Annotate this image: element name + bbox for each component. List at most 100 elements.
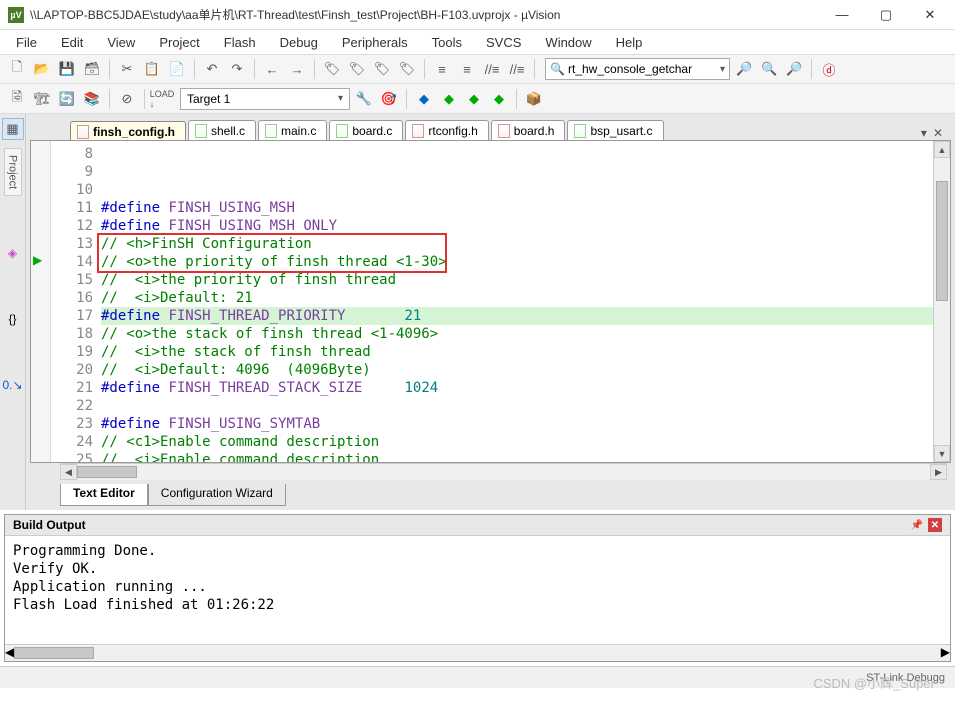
paste-icon[interactable]: 📄: [166, 58, 188, 80]
uncomment-icon[interactable]: //≡: [506, 58, 528, 80]
code-line[interactable]: // <i>Enable command description: [101, 451, 933, 463]
sidebar-icon-3[interactable]: 0.↘: [4, 376, 22, 394]
search-dropdown-icon[interactable]: ▾: [720, 64, 725, 75]
target-selector[interactable]: Target 1 ▾: [180, 88, 350, 110]
code-content[interactable]: #define FINSH_USING_MSH#define FINSH_USI…: [101, 141, 933, 462]
open-file-icon[interactable]: 📂: [31, 58, 53, 80]
code-line[interactable]: #define FINSH_USING_MSH_ONLY: [101, 217, 933, 235]
code-line[interactable]: #define FINSH_USING_MSH: [101, 199, 933, 217]
code-line[interactable]: // <i>Default: 21: [101, 289, 933, 307]
undo-icon[interactable]: ↶: [201, 58, 223, 80]
search-input[interactable]: [568, 62, 718, 76]
comment-icon[interactable]: //≡: [481, 58, 503, 80]
manage-project-icon[interactable]: ◆: [413, 88, 435, 110]
options-icon[interactable]: 🔧: [353, 88, 375, 110]
save-icon[interactable]: 💾: [56, 58, 78, 80]
scroll-left-icon[interactable]: ◀: [60, 464, 77, 480]
manage-multi-icon[interactable]: ◆: [438, 88, 460, 110]
scroll-right-icon[interactable]: ▶: [930, 464, 947, 480]
horizontal-scrollbar[interactable]: ◀ ▶: [60, 463, 947, 480]
outdent-icon[interactable]: ≡: [456, 58, 478, 80]
config-wizard-tab[interactable]: Configuration Wizard: [148, 484, 286, 506]
menu-project[interactable]: Project: [149, 33, 209, 52]
text-editor-tab[interactable]: Text Editor: [60, 484, 148, 506]
project-tab[interactable]: Project: [4, 148, 22, 196]
menu-svcs[interactable]: SVCS: [476, 33, 531, 52]
build-output-body[interactable]: Programming Done.Verify OK.Application r…: [5, 536, 950, 644]
tab-finsh_config-h[interactable]: finsh_config.h: [70, 121, 186, 141]
build-scroll-right-icon[interactable]: ▶: [941, 645, 950, 661]
debug-icon[interactable]: ⓓ: [818, 58, 840, 80]
incremental-find-icon[interactable]: 🔎: [783, 58, 805, 80]
bookmark-icon[interactable]: 🏷: [321, 58, 343, 80]
panel-close-icon[interactable]: ✕: [928, 518, 942, 532]
build-icon[interactable]: 🏗: [31, 88, 53, 110]
pin-icon[interactable]: 📌: [910, 518, 924, 532]
bookmark-next-icon[interactable]: 🏷: [371, 58, 393, 80]
breakpoint-margin[interactable]: ▶: [31, 141, 51, 462]
tab-board-h[interactable]: board.h: [491, 120, 566, 140]
menu-flash[interactable]: Flash: [214, 33, 266, 52]
batch-build-icon[interactable]: 📚: [81, 88, 103, 110]
find-box[interactable]: 🔍 ▾: [545, 58, 730, 80]
sidebar-icon-1[interactable]: ◈: [4, 244, 22, 262]
menu-tools[interactable]: Tools: [422, 33, 472, 52]
cut-icon[interactable]: ✂: [116, 58, 138, 80]
minimize-button[interactable]: —: [829, 5, 855, 25]
menu-edit[interactable]: Edit: [51, 33, 93, 52]
bookmark-clear-icon[interactable]: 🏷: [396, 58, 418, 80]
copy-icon[interactable]: 📋: [141, 58, 163, 80]
nav-fwd-icon[interactable]: →: [286, 58, 308, 80]
close-button[interactable]: ✕: [917, 5, 943, 25]
menu-debug[interactable]: Debug: [270, 33, 328, 52]
code-line[interactable]: // <i>the priority of finsh thread: [101, 271, 933, 289]
rebuild-icon[interactable]: 🔄: [56, 88, 78, 110]
pack-installer-icon[interactable]: 📦: [523, 88, 545, 110]
save-all-icon[interactable]: 🗃: [81, 58, 103, 80]
manage-rte-icon[interactable]: ◆: [488, 88, 510, 110]
tab-main-c[interactable]: main.c: [258, 120, 327, 140]
menu-file[interactable]: File: [6, 33, 47, 52]
code-line[interactable]: // <h>FinSH Configuration: [101, 235, 933, 253]
code-line[interactable]: // <o>the stack of finsh thread <1-4096>: [101, 325, 933, 343]
scroll-down-icon[interactable]: ▼: [934, 445, 950, 462]
find-prev-icon[interactable]: 🔍: [758, 58, 780, 80]
code-line[interactable]: // <i>Default: 4096 (4096Byte): [101, 361, 933, 379]
menu-peripherals[interactable]: Peripherals: [332, 33, 418, 52]
tab-close-icon[interactable]: ✕: [933, 126, 943, 140]
code-editor[interactable]: ▶ 891011121314151617181920212223242526 #…: [30, 140, 951, 463]
translate-icon[interactable]: 🗟: [6, 88, 28, 110]
code-line[interactable]: #define FINSH_USING_SYMTAB: [101, 415, 933, 433]
project-collapse-icon[interactable]: ▦: [2, 118, 24, 140]
code-line[interactable]: #define FINSH_THREAD_PRIORITY 21: [101, 307, 933, 325]
menu-view[interactable]: View: [97, 33, 145, 52]
bookmark-prev-icon[interactable]: 🏷: [346, 58, 368, 80]
tab-bsp_usart-c[interactable]: bsp_usart.c: [567, 120, 663, 140]
tab-menu-icon[interactable]: ▾: [921, 126, 927, 140]
code-line[interactable]: // <i>the stack of finsh thread: [101, 343, 933, 361]
download-icon[interactable]: LOAD↓: [151, 88, 173, 110]
manage-icon[interactable]: 🎯: [378, 88, 400, 110]
indent-icon[interactable]: ≡: [431, 58, 453, 80]
code-line[interactable]: // <o>the priority of finsh thread <1-30…: [101, 253, 933, 271]
scroll-thumb[interactable]: [936, 181, 948, 301]
maximize-button[interactable]: ▢: [873, 5, 899, 25]
find-next-icon[interactable]: 🔎: [733, 58, 755, 80]
nav-back-icon[interactable]: ←: [261, 58, 283, 80]
hscroll-thumb[interactable]: [77, 466, 137, 478]
build-scroll-thumb[interactable]: [14, 647, 94, 659]
tab-board-c[interactable]: board.c: [329, 120, 403, 140]
code-line[interactable]: #define FINSH_THREAD_STACK_SIZE 1024: [101, 379, 933, 397]
build-scroll-left-icon[interactable]: ◀: [5, 645, 14, 661]
tab-rtconfig-h[interactable]: rtconfig.h: [405, 120, 488, 140]
vertical-scrollbar[interactable]: ▲ ▼: [933, 141, 950, 462]
menu-help[interactable]: Help: [606, 33, 653, 52]
new-file-icon[interactable]: 🗋: [6, 58, 28, 80]
stop-build-icon[interactable]: ⊘: [116, 88, 138, 110]
build-hscroll[interactable]: ◀ ▶: [5, 644, 950, 661]
scroll-up-icon[interactable]: ▲: [934, 141, 950, 158]
scroll-track[interactable]: [77, 464, 930, 480]
redo-icon[interactable]: ↷: [226, 58, 248, 80]
manage-books-icon[interactable]: ◆: [463, 88, 485, 110]
code-line[interactable]: // <c1>Enable command description: [101, 433, 933, 451]
